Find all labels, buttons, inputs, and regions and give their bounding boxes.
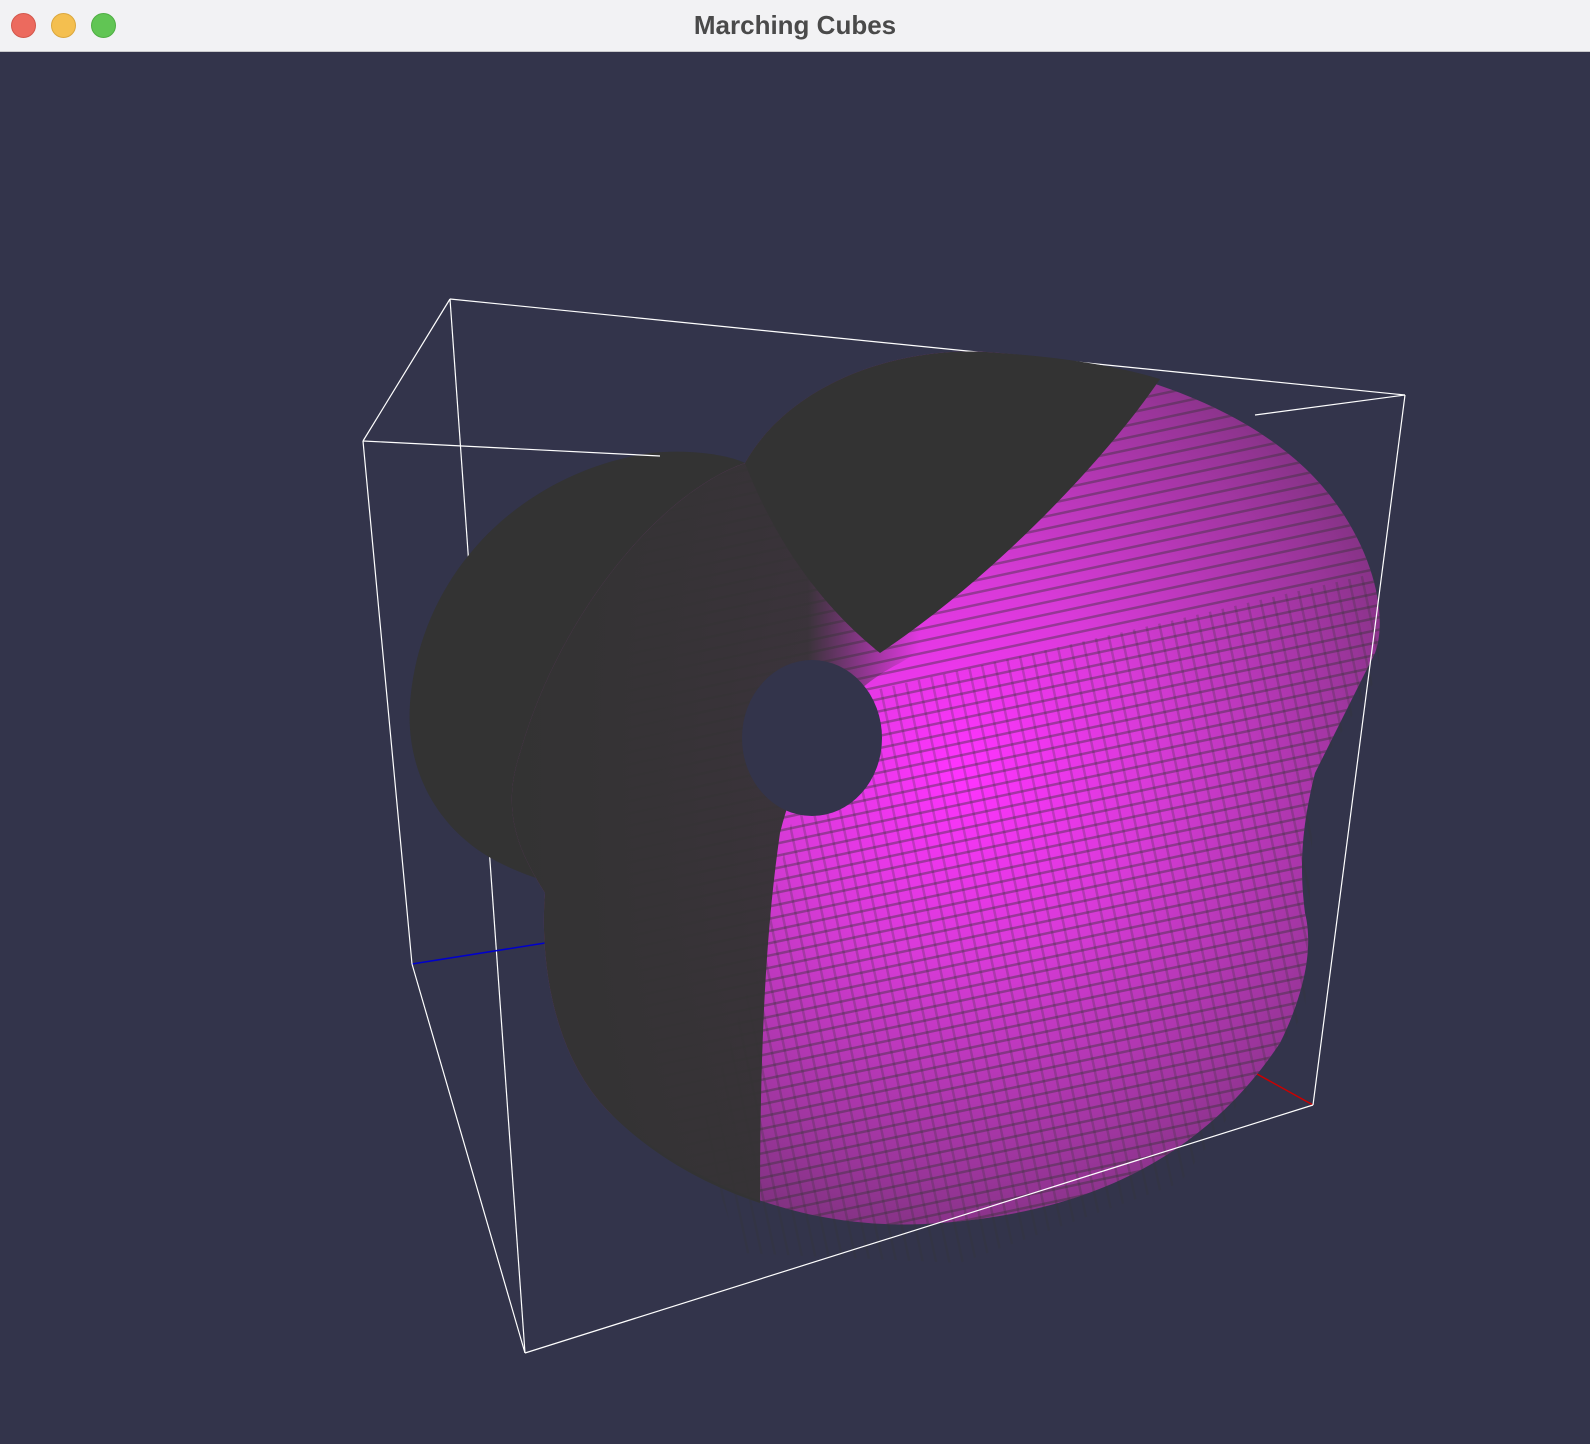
window-title: Marching Cubes bbox=[693, 10, 897, 40]
marching-cubes-mesh bbox=[409, 351, 1380, 1263]
3d-viewport[interactable] bbox=[0, 53, 1590, 1444]
z-axis bbox=[411, 942, 546, 965]
torus-hole bbox=[742, 660, 882, 816]
title-bar[interactable]: Marching Cubes bbox=[0, 0, 1590, 52]
scene-svg bbox=[362, 298, 1406, 1354]
app-window: Marching Cubes bbox=[0, 0, 1590, 1444]
